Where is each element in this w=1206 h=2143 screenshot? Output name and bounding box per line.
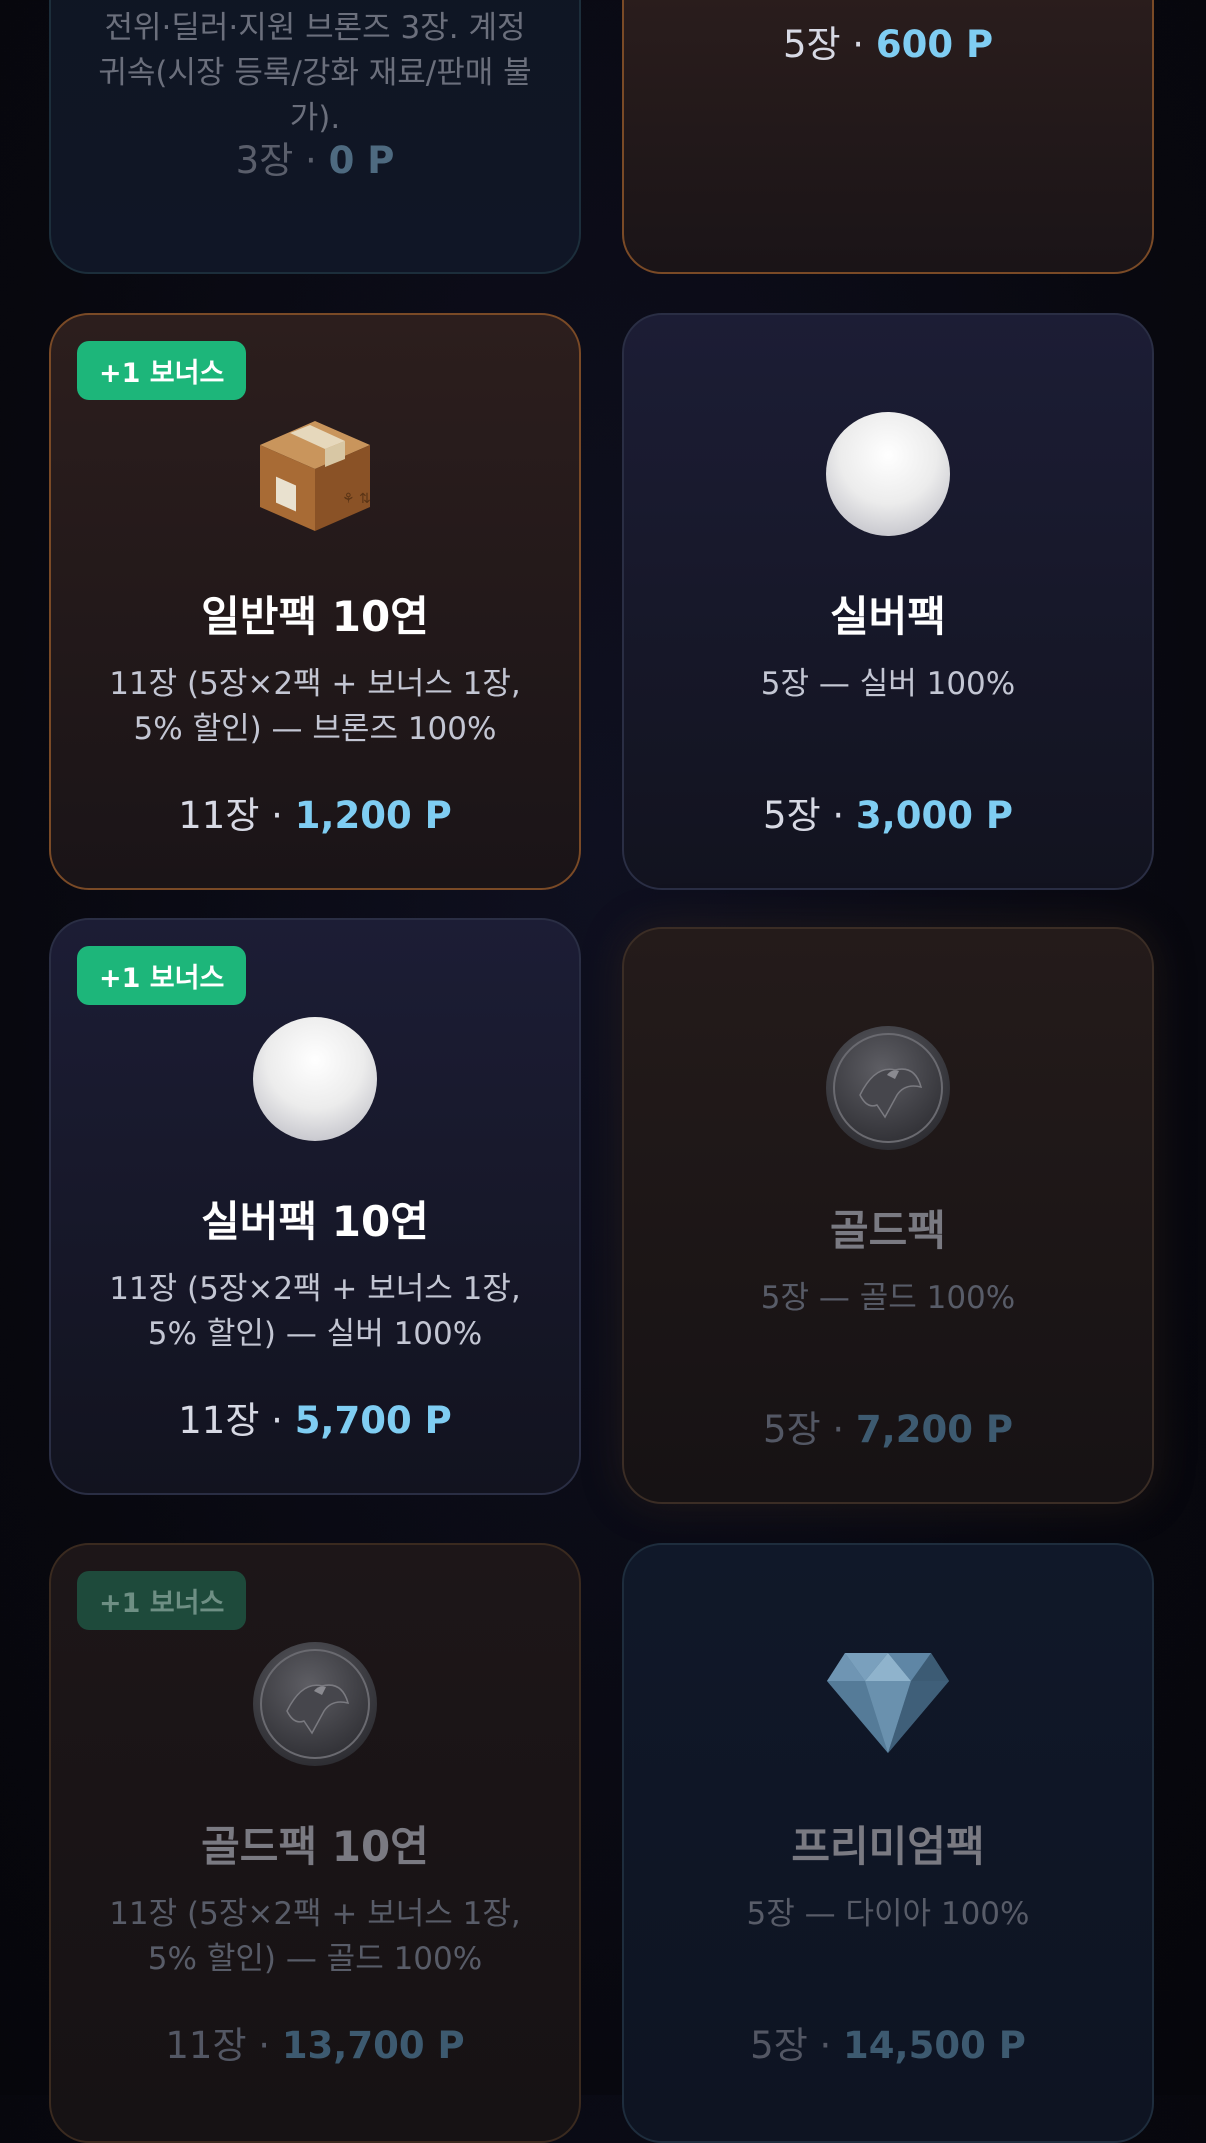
- pack-title: 골드팩: [830, 1206, 946, 1255]
- pack-card-count: 5장: [750, 2024, 808, 2067]
- svg-text:⚘ ⇅: ⚘ ⇅: [342, 491, 371, 507]
- bonus-badge: +1 보너스: [77, 341, 247, 400]
- pack-card-premium[interactable]: 프리미엄팩 5장 — 다이아 100% 5장 · 14,500 P: [622, 1543, 1154, 2143]
- pack-price: 5장 · 600 P: [624, 14, 1152, 68]
- box-icon: ⚘ ⇅: [250, 407, 380, 541]
- pack-card-count: 11장: [165, 2024, 247, 2067]
- bonus-badge: +1 보너스: [77, 946, 247, 1005]
- pack-title: 실버팩 10연: [201, 1197, 429, 1246]
- pack-description: 5장 — 실버 100%: [760, 666, 1016, 702]
- silver-circle-icon: [252, 1016, 378, 1146]
- pack-description: 전위·딜러·지원 브론즈 3장. 계정 귀속(시장 등록/강화 재료/판매 불가…: [98, 10, 532, 136]
- price-separator: ·: [259, 794, 295, 837]
- pack-card-basic[interactable]: 5장 · 600 P: [622, 0, 1154, 274]
- pack-description: 5장 — 다이아 100%: [746, 1896, 1030, 1932]
- pack-price: 11장 · 5,700 P: [51, 1390, 579, 1444]
- coin-icon: [252, 1641, 378, 1771]
- pack-price: 5장 · 14,500 P: [624, 2015, 1152, 2069]
- pack-card-count: 5장: [763, 794, 821, 837]
- pack-description: 5장 — 골드 100%: [760, 1280, 1016, 1316]
- silver-circle-icon: [825, 411, 951, 541]
- pack-points: 13,700 P: [281, 2024, 465, 2067]
- pack-points: 5,700 P: [294, 1399, 452, 1442]
- pack-title: 프리미엄팩: [791, 1822, 985, 1871]
- bonus-badge: +1 보너스: [77, 1571, 247, 1630]
- pack-points: 7,200 P: [855, 1408, 1013, 1451]
- pack-card-gold[interactable]: 골드팩 5장 — 골드 100% 5장 · 7,200 P: [622, 927, 1154, 1504]
- price-separator: ·: [293, 139, 329, 182]
- price-separator: ·: [820, 1408, 856, 1451]
- pack-card-gold-10x[interactable]: +1 보너스 골드팩 10연 11장 (5장×2팩 + 보너스 1장, 5% 할…: [49, 1543, 581, 2143]
- pack-price: 5장 · 3,000 P: [624, 785, 1152, 839]
- diamond-icon: [825, 1645, 951, 1759]
- pack-card-silver-10x[interactable]: +1 보너스 실버팩 10연 11장 (5장×2팩 + 보너스 1장, 5% 할…: [49, 918, 581, 1495]
- pack-card-count: 11장: [178, 1399, 260, 1442]
- coin-icon: [825, 1025, 951, 1155]
- pack-description: 11장 (5장×2팩 + 보너스 1장, 5% 할인) — 브론즈 100%: [109, 666, 521, 747]
- pack-card-count: 11장: [178, 794, 260, 837]
- pack-points: 14,500 P: [843, 2024, 1026, 2067]
- pack-points: 0 P: [328, 139, 395, 182]
- price-separator: ·: [840, 23, 876, 66]
- pack-card-basic-10x[interactable]: +1 보너스 ⚘ ⇅ 일반팩 10연 11장 (5장×2팩 + 보너스 1장, …: [49, 313, 581, 890]
- pack-title: 실버팩: [830, 592, 946, 641]
- pack-price: 3장 · 0 P: [51, 130, 579, 184]
- pack-price: 11장 · 13,700 P: [51, 2015, 579, 2069]
- pack-points: 600 P: [875, 23, 994, 66]
- pack-description: 11장 (5장×2팩 + 보너스 1장, 5% 할인) — 실버 100%: [109, 1271, 521, 1352]
- pack-card-count: 5장: [763, 1408, 821, 1451]
- pack-price: 5장 · 7,200 P: [624, 1399, 1152, 1453]
- pack-card-starter[interactable]: 전위·딜러·지원 브론즈 3장. 계정 귀속(시장 등록/강화 재료/판매 불가…: [49, 0, 581, 274]
- pack-title: 일반팩 10연: [201, 592, 429, 641]
- pack-card-count: 3장: [235, 139, 294, 182]
- pack-description: 11장 (5장×2팩 + 보너스 1장, 5% 할인) — 골드 100%: [109, 1896, 521, 1977]
- price-separator: ·: [259, 1399, 295, 1442]
- pack-title: 골드팩 10연: [201, 1822, 429, 1871]
- pack-price: 11장 · 1,200 P: [51, 785, 579, 839]
- price-separator: ·: [807, 2024, 844, 2067]
- pack-points: 1,200 P: [294, 794, 452, 837]
- price-separator: ·: [820, 794, 856, 837]
- pack-card-silver[interactable]: 실버팩 5장 — 실버 100% 5장 · 3,000 P: [622, 313, 1154, 890]
- price-separator: ·: [246, 2024, 282, 2067]
- pack-card-count: 5장: [782, 23, 841, 66]
- pack-points: 3,000 P: [855, 794, 1013, 837]
